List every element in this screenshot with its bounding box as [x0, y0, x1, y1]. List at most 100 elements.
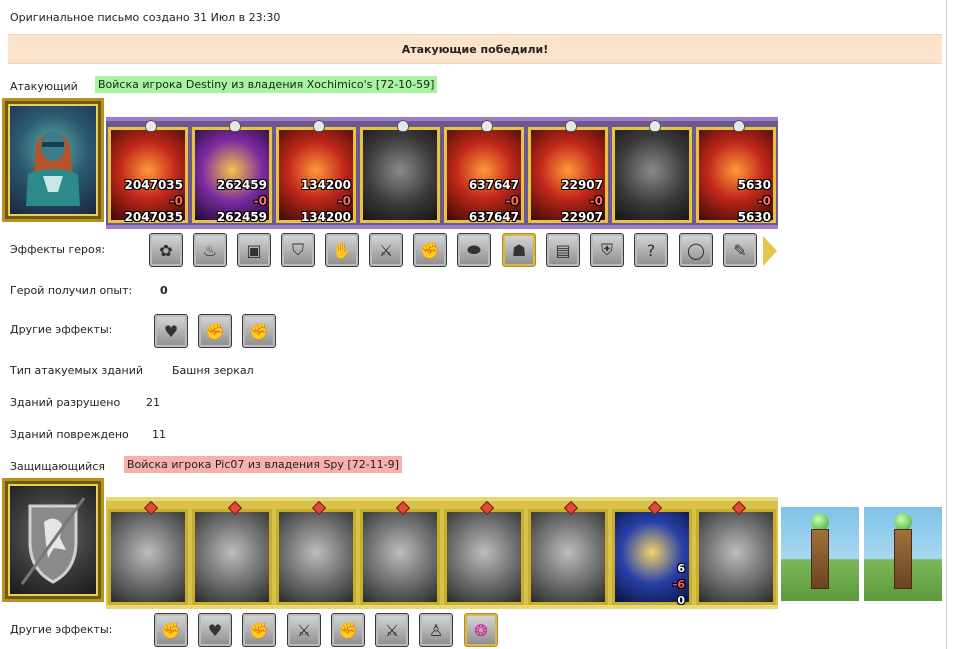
troop-count-loss: -0: [589, 194, 603, 208]
defender-hero-portrait[interactable]: [2, 478, 104, 602]
skull-icon: [145, 120, 157, 132]
troop-slot[interactable]: [192, 500, 272, 605]
scroll-icon[interactable]: ✿: [149, 233, 183, 267]
gem-icon: [479, 500, 495, 516]
buildings-damaged-label: Зданий повреждено: [10, 428, 129, 441]
troop-slot[interactable]: [696, 500, 776, 605]
buildings-destroyed-label: Зданий разрушено: [10, 396, 121, 409]
troop-slot[interactable]: [360, 500, 440, 605]
defender-label: Защищающийся: [10, 460, 105, 473]
defender-troops-strip: 6 -6 0: [106, 497, 778, 609]
gem-icon: [143, 500, 159, 516]
buildings-damaged-value: 11: [152, 428, 166, 441]
box-icon[interactable]: ▣: [237, 233, 271, 267]
troop-count-end: 262459: [216, 210, 267, 224]
chestplate-icon[interactable]: ⛨: [590, 233, 624, 267]
troop-slot[interactable]: [276, 500, 356, 605]
gem-icon: [227, 500, 243, 516]
troop-count-start: 262459: [216, 178, 267, 192]
gem-icon: [563, 500, 579, 516]
battle-result-text: Атакующие победили!: [401, 42, 549, 56]
troop-slot[interactable]: [612, 120, 692, 223]
troop-count-loss: -0: [253, 194, 267, 208]
defender-army-name[interactable]: Войска игрока Pic07 из владения Spy [72-…: [124, 456, 402, 473]
building-type-label: Тип атакуемых зданий: [10, 364, 144, 377]
troop-count-end: 2047035: [124, 210, 183, 224]
sword-icon[interactable]: ⚔: [369, 233, 403, 267]
troop-slot[interactable]: [444, 500, 524, 605]
skull-icon: [565, 120, 577, 132]
troop-count-loss: -0: [757, 194, 771, 208]
mirror-tower-building[interactable]: [864, 507, 942, 601]
troop-slot[interactable]: 22907 -0 22907: [528, 120, 608, 224]
troop-slot[interactable]: [360, 120, 440, 223]
hand-sword-icon[interactable]: ✊: [242, 314, 276, 348]
gem-icon: [647, 500, 663, 516]
troop-slot[interactable]: [108, 500, 188, 605]
heart-sword-icon[interactable]: ♥: [154, 314, 188, 348]
gem-icon: [395, 500, 411, 516]
lion-crest-icon: [20, 497, 86, 585]
hand-sword-icon[interactable]: ✊: [331, 613, 365, 647]
next-arrow-icon[interactable]: [763, 236, 777, 266]
troop-slot[interactable]: [528, 500, 608, 605]
hand-shield-icon[interactable]: ✋: [325, 233, 359, 267]
hand-sword-icon[interactable]: ✊: [242, 613, 276, 647]
troop-slot[interactable]: 2047035 -0 2047035: [108, 120, 188, 224]
hand-sword-icon[interactable]: ✊: [154, 613, 188, 647]
troop-count-end: 0: [677, 594, 685, 607]
troop-count-start: 134200: [300, 178, 351, 192]
buildings-destroyed-value: 21: [146, 396, 160, 409]
troop-count-start: 637647: [468, 178, 519, 192]
heart-sword-icon[interactable]: ♥: [198, 613, 232, 647]
hero-figure-icon: [26, 131, 80, 206]
troop-count-loss: -0: [337, 194, 351, 208]
armor-icon[interactable]: ▤: [546, 233, 580, 267]
boot-icon[interactable]: ⬬: [457, 233, 491, 267]
cauldron-icon[interactable]: ♨: [193, 233, 227, 267]
hand-sword-icon[interactable]: ✊: [198, 314, 232, 348]
defender-other-effects-label: Другие эффекты:: [10, 623, 113, 636]
attacker-army-name[interactable]: Войска игрока Destiny из владения Xochim…: [95, 76, 438, 93]
gem-icon[interactable]: ❂: [464, 613, 498, 647]
troop-count-end: 22907: [561, 210, 603, 224]
mirror-tower-building[interactable]: [781, 507, 859, 601]
tower-icon: [811, 529, 829, 589]
attacker-hero-portrait[interactable]: [2, 98, 104, 222]
troop-count-loss: -6: [672, 578, 685, 591]
sword-icon[interactable]: ⚔: [375, 613, 409, 647]
troop-slot[interactable]: 262459 -0 262459: [192, 120, 272, 224]
hand-sword-icon[interactable]: ✊: [413, 233, 447, 267]
skull-icon: [733, 120, 745, 132]
question-icon[interactable]: ?: [634, 233, 668, 267]
troop-slot[interactable]: 134200 -0 134200: [276, 120, 356, 224]
other-effects-label: Другие эффекты:: [10, 323, 113, 336]
exp-value: 0: [160, 284, 168, 297]
attacker-troops-strip: 2047035 -0 2047035 262459 -0 262459 134200 -0…: [106, 117, 778, 229]
troop-slot[interactable]: 6 -6 0: [612, 500, 692, 607]
defender-hero-image: [8, 484, 98, 596]
skull-icon: [481, 120, 493, 132]
attacker-label: Атакующий: [10, 80, 78, 93]
troop-count-end: 5630: [737, 210, 771, 224]
helmet-icon[interactable]: ☗: [502, 233, 536, 267]
attacker-hero-image: [8, 104, 98, 216]
troop-count-loss: -0: [505, 194, 519, 208]
sword-icon[interactable]: ⚔: [287, 613, 321, 647]
shield-icon[interactable]: ⛉: [281, 233, 315, 267]
building-type-value: Башня зеркал: [172, 364, 254, 377]
pawn-icon[interactable]: ♙: [419, 613, 453, 647]
troop-slot[interactable]: 637647 -0 637647: [444, 120, 524, 224]
troop-count-start: 6: [677, 562, 685, 575]
letter-created-text: Оригинальное письмо создано 31 Июл в 23:…: [10, 11, 281, 24]
skull-icon: [313, 120, 325, 132]
hero-effects-label: Эффекты героя:: [10, 243, 106, 256]
parchment-icon[interactable]: ✎: [723, 233, 757, 267]
ring-icon[interactable]: ◯: [679, 233, 713, 267]
gem-icon: [311, 500, 327, 516]
troop-count-end: 637647: [468, 210, 519, 224]
troop-count-end: 134200: [300, 210, 351, 224]
skull-icon: [649, 120, 661, 132]
skull-icon: [229, 120, 241, 132]
troop-slot[interactable]: 5630 -0 5630: [696, 120, 776, 224]
